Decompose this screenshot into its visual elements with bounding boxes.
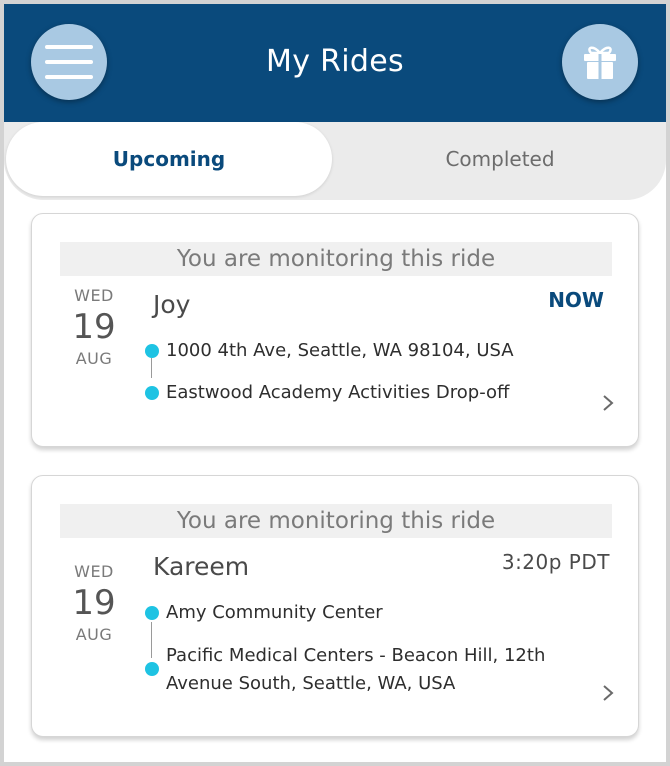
app-header: My Rides <box>4 4 666 122</box>
driver-name: Joy <box>153 290 191 319</box>
ride-time: NOW <box>548 288 604 312</box>
route-line <box>151 358 152 378</box>
route-line <box>151 622 152 658</box>
gift-button[interactable] <box>562 24 638 100</box>
day-of-week: WED <box>74 286 114 305</box>
gift-icon <box>584 46 616 79</box>
tab-completed[interactable]: Completed <box>334 122 666 196</box>
ride-card[interactable]: You are monitoring this ride WED 19 AUG … <box>31 213 639 447</box>
ride-time: 3:20p PDT <box>501 550 610 574</box>
dropoff-address: Eastwood Academy Activities Drop-off <box>166 382 510 403</box>
day-number: 19 <box>72 307 116 347</box>
pickup-dot <box>145 344 159 358</box>
month: AUG <box>75 349 113 368</box>
day-of-week: WED <box>74 562 114 581</box>
month: AUG <box>75 625 113 644</box>
app-frame: My Rides Upcoming Completed You are moni… <box>0 0 670 766</box>
ride-tabs: Upcoming Completed <box>4 122 666 200</box>
dropoff-dot <box>145 662 159 676</box>
tab-upcoming[interactable]: Upcoming <box>6 122 332 196</box>
pickup-address: Amy Community Center <box>166 602 383 623</box>
monitoring-banner: You are monitoring this ride <box>60 242 612 276</box>
pickup-address: 1000 4th Ave, Seattle, WA 98104, USA <box>166 340 514 361</box>
day-number: 19 <box>72 583 116 623</box>
dropoff-address: Pacific Medical Centers - Beacon Hill, 1… <box>166 645 546 694</box>
ride-date: WED 19 AUG <box>60 562 128 644</box>
chevron-right-icon <box>603 685 614 701</box>
driver-name: Kareem <box>153 552 250 581</box>
dropoff-dot <box>145 386 159 400</box>
ride-date: WED 19 AUG <box>60 286 128 368</box>
pickup-dot <box>145 606 159 620</box>
ride-card[interactable]: You are monitoring this ride WED 19 AUG … <box>31 475 639 737</box>
chevron-right-icon <box>603 395 614 411</box>
monitoring-banner: You are monitoring this ride <box>60 504 612 538</box>
